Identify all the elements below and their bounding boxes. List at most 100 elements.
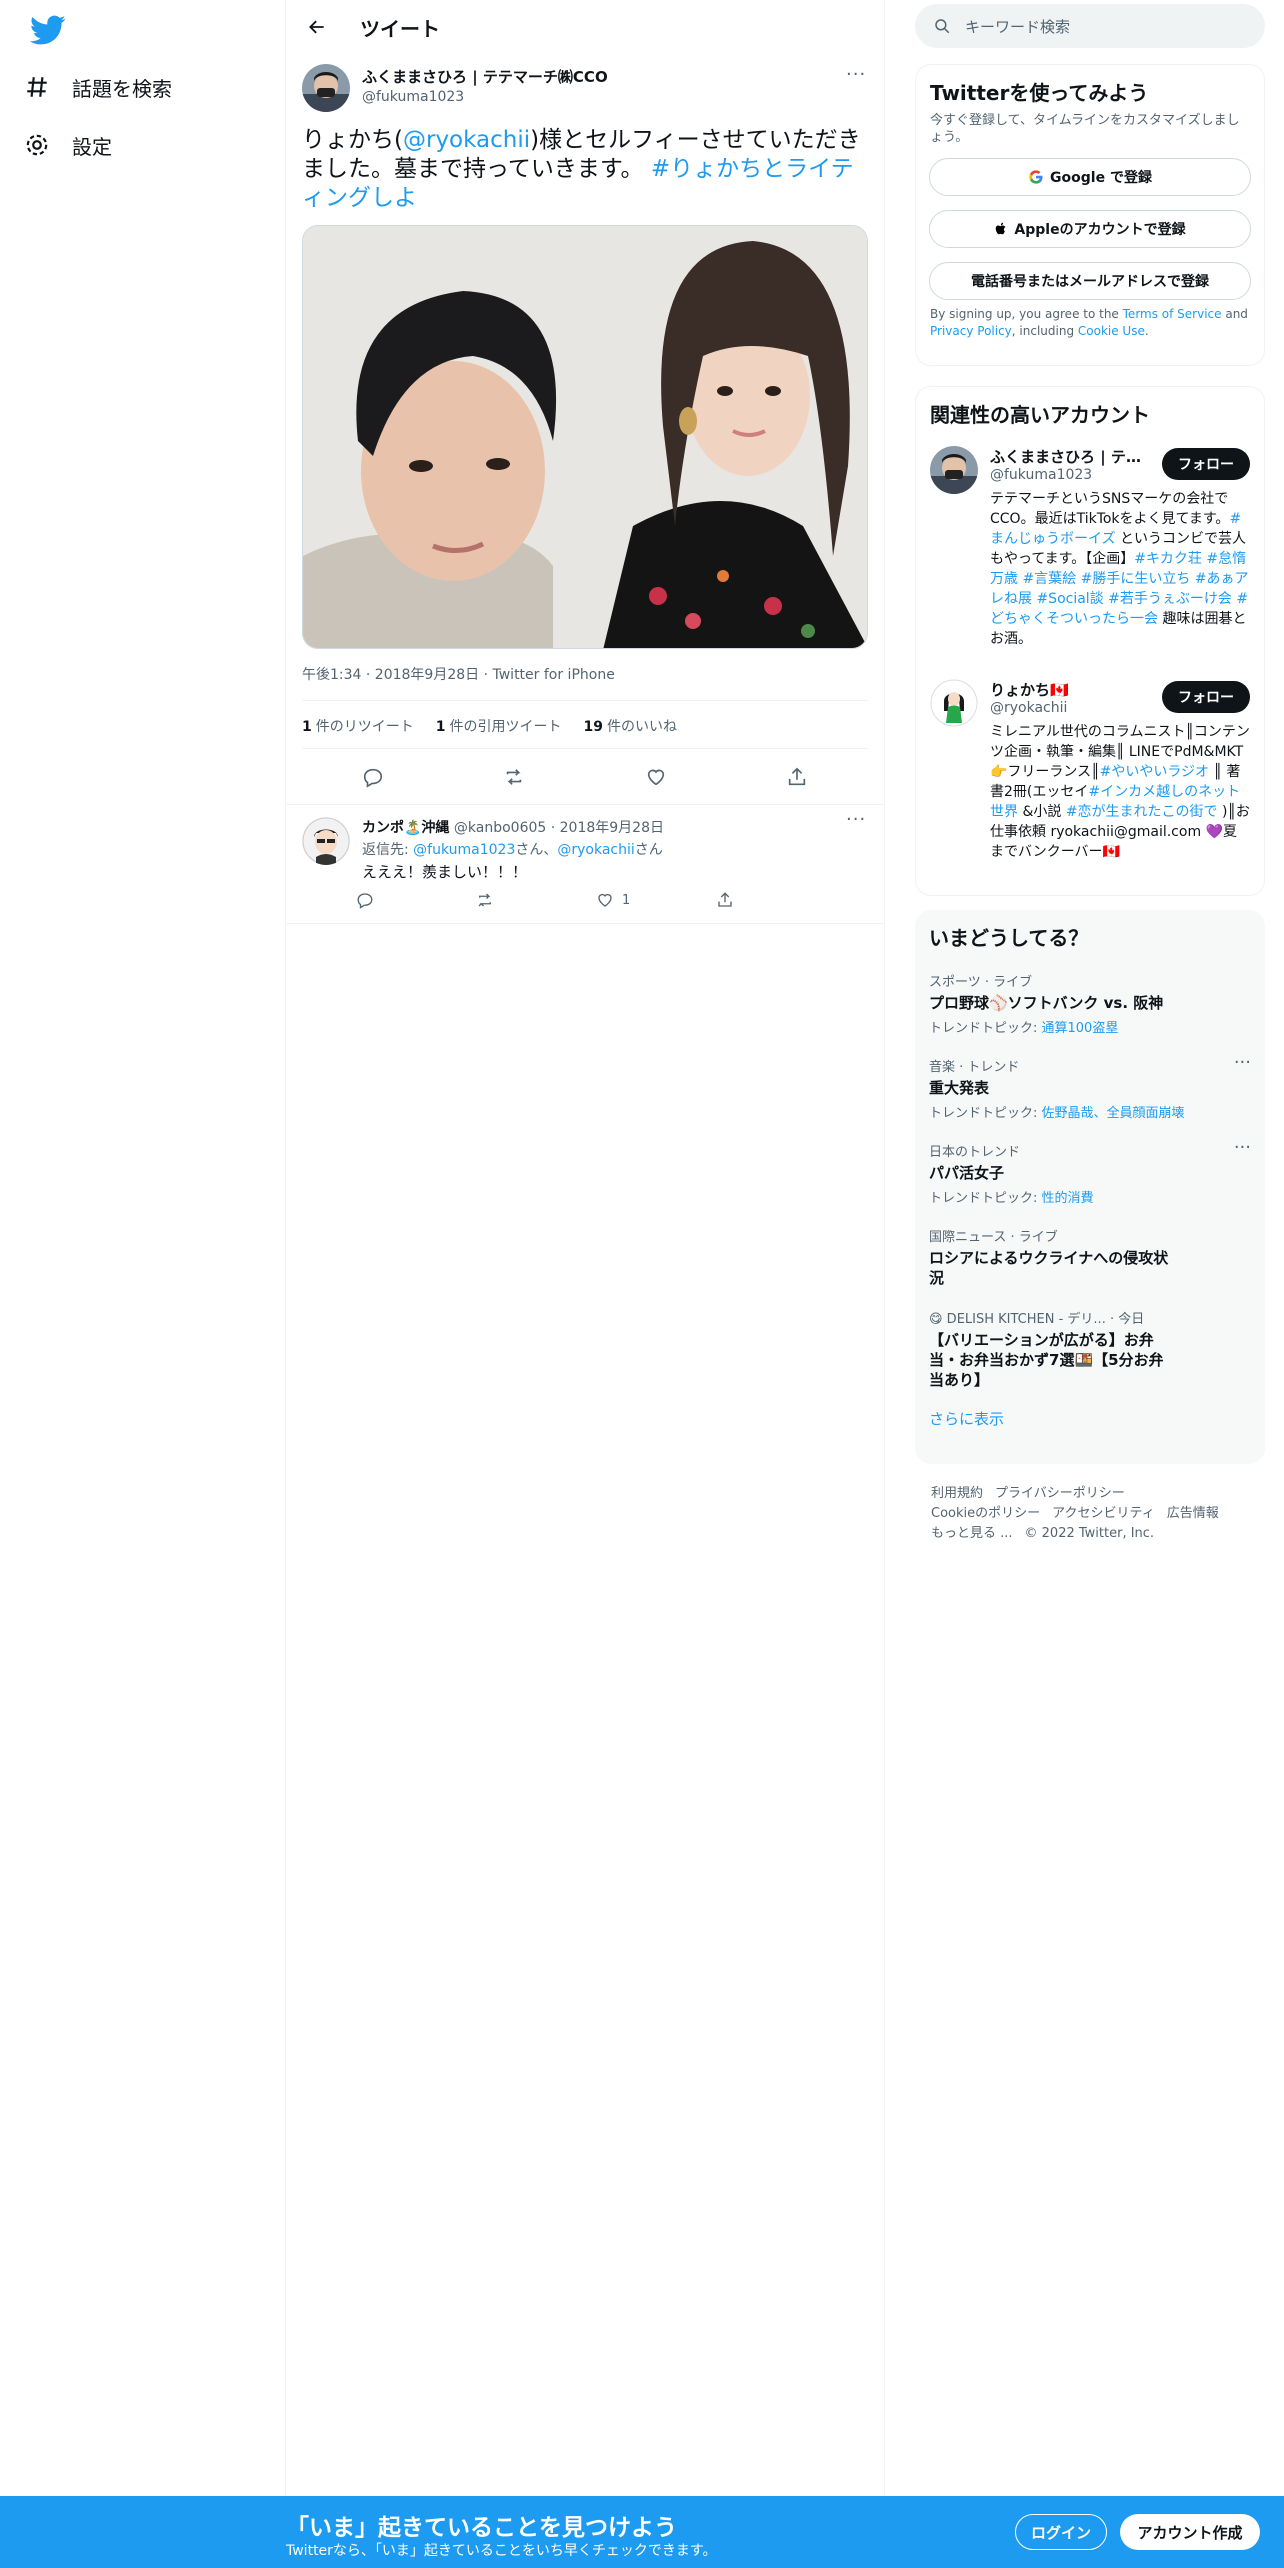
reply-to-label: 返信先: <box>362 842 414 858</box>
trend-topic-link[interactable]: 佐野晶哉、全員顔面崩壊 <box>1042 1106 1185 1121</box>
trend-topic-link[interactable]: 通算100盗塁 <box>1042 1021 1119 1036</box>
nav-settings[interactable]: 設定 <box>24 120 112 170</box>
phone-signup-button[interactable]: 電話番号またはメールアドレスで登録 <box>929 262 1251 300</box>
follow-button[interactable]: フォロー <box>1162 681 1250 713</box>
apple-icon <box>996 222 1006 235</box>
footer-link[interactable]: もっと見る ... <box>931 1526 1013 1541</box>
divider <box>302 748 868 749</box>
account-name[interactable]: ふくままさひろ | テテマーチ㈱CCO <box>990 446 1150 467</box>
trend-title: 重大発表 <box>929 1079 990 1097</box>
author-name[interactable]: ふくままさひろ | テテマーチ㈱CCO <box>362 66 608 87</box>
account-bio: テテマーチというSNSマーケの会社でCCO。最近はTikTokをよく見てます。#… <box>990 489 1250 649</box>
hashtag-icon <box>27 77 47 97</box>
gear-icon <box>26 134 48 156</box>
reply-to-mention-2[interactable]: @ryokachii <box>557 842 634 858</box>
search-input[interactable]: キーワード検索 <box>915 4 1265 48</box>
signup-button[interactable]: アカウント作成 <box>1120 2514 1260 2550</box>
tweet-mention-link[interactable]: @ryokachii <box>403 127 530 153</box>
page-header: ツイート <box>286 0 884 54</box>
trend-context: 😋 DELISH KITCHEN - デリ... · 今日 <box>929 1312 1145 1327</box>
reply-tweet[interactable]: カンポ🏝️沖縄 @kanbo0605 · 2018年9月28日 ··· 返信先:… <box>286 804 884 924</box>
reply-more-icon[interactable]: ··· <box>846 811 866 835</box>
retweets-stat[interactable]: 1 件のリツイート <box>302 716 414 736</box>
tos-link[interactable]: Terms of Service <box>1123 307 1222 321</box>
trend-title: パパ活女子 <box>929 1164 1005 1182</box>
back-button[interactable] <box>300 10 334 44</box>
tweet-author: ふくままさひろ | テテマーチ㈱CCO @fukuma1023 <box>302 64 608 112</box>
trend-more-icon[interactable]: ··· <box>1234 1137 1251 1158</box>
search-icon <box>935 19 950 34</box>
footer-link[interactable]: 利用規約 <box>931 1486 983 1501</box>
bio-hashtag[interactable]: #やいやいラジオ <box>1100 764 1209 780</box>
retweet-button[interactable] <box>497 760 531 794</box>
reply-like-button[interactable]: 1 <box>596 891 716 909</box>
account-avatar[interactable] <box>930 446 978 494</box>
account-name[interactable]: りょかち🇨🇦 <box>990 679 1150 700</box>
follow-button[interactable]: フォロー <box>1162 448 1250 480</box>
bio-hashtag[interactable]: #恋が生まれたこの街で <box>1066 804 1218 820</box>
bottombar-subtitle: Twitterなら、「いま」起きていることをいち早くチェックできます。 <box>286 2543 717 2559</box>
reply-actions: 1 <box>356 891 836 909</box>
signup-title: Twitterを使ってみよう <box>930 81 1149 105</box>
footer-link[interactable]: プライバシーポリシー <box>995 1486 1125 1501</box>
trend-item[interactable]: ··· 音楽 · トレンド 重大発表 トレンドトピック: 佐野晶哉、全員顔面崩壊 <box>915 1046 1265 1131</box>
trend-title: プロ野球⚾ソフトバンク vs. 阪神 <box>929 994 1164 1012</box>
reply-avatar[interactable] <box>302 817 350 865</box>
share-icon <box>789 767 806 786</box>
related-account[interactable]: ふくままさひろ | テテマーチ㈱CCO @fukuma1023 テテマーチという… <box>916 446 1264 649</box>
like-button[interactable] <box>639 760 673 794</box>
trend-topic-label: トレンドトピック: <box>929 1106 1042 1121</box>
quotes-stat[interactable]: 1 件の引用ツイート <box>436 716 562 736</box>
reply-date[interactable]: · 2018年9月28日 <box>551 820 664 836</box>
trend-more-icon[interactable]: ··· <box>1234 1052 1251 1073</box>
retweet-icon <box>507 769 522 785</box>
nav-settings-label: 設定 <box>72 134 112 159</box>
more-options-icon[interactable]: ··· <box>846 66 866 90</box>
apple-signup-button[interactable]: Appleのアカウントで登録 <box>929 210 1251 248</box>
trend-item[interactable]: スポーツ · ライブ プロ野球⚾ソフトバンク vs. 阪神 トレンドトピック: … <box>915 961 1265 1046</box>
google-signup-button[interactable]: Google で登録 <box>929 158 1251 196</box>
tweet-photo[interactable] <box>302 225 868 649</box>
trend-item[interactable]: ··· 日本のトレンド パパ活女子 トレンドトピック: 性的消費 <box>915 1131 1265 1216</box>
login-button[interactable]: ログイン <box>1015 2514 1107 2550</box>
reply-handle[interactable]: @kanbo0605 <box>454 820 546 836</box>
trend-title: ロシアによるウクライナへの侵攻状況 <box>929 1249 1169 1287</box>
trend-context: スポーツ · ライブ <box>929 975 1033 990</box>
account-bio: ミレニアル世代のコラムニスト║コンテンツ企画・執筆・編集║ LINEでPdM&M… <box>990 722 1250 862</box>
share-button[interactable] <box>780 760 814 794</box>
trend-context: 日本のトレンド <box>929 1145 1021 1160</box>
reply-retweet-button[interactable] <box>476 891 596 909</box>
nav-explore[interactable]: 話題を検索 <box>24 62 172 112</box>
main-column: ツイート ふくままさひろ | テテマーチ㈱CCO @fukuma1023 ···… <box>285 0 885 2568</box>
show-more-link[interactable]: さらに表示 <box>915 1400 1265 1443</box>
author-handle[interactable]: @fukuma1023 <box>362 89 608 105</box>
twitter-logo-icon[interactable] <box>29 12 66 48</box>
related-account[interactable]: りょかち🇨🇦 @ryokachii ミレニアル世代のコラムニスト║コンテンツ企画… <box>916 679 1264 862</box>
copyright: © 2022 Twitter, Inc. <box>1024 1526 1155 1541</box>
page-title: ツイート <box>360 16 440 41</box>
privacy-link[interactable]: Privacy Policy <box>930 324 1012 338</box>
reply-share-button[interactable] <box>716 891 836 909</box>
trend-topic-link[interactable]: 性的消費 <box>1042 1191 1094 1206</box>
author-avatar[interactable] <box>302 64 350 112</box>
bio-text: &小説 <box>1018 804 1066 820</box>
footer-link[interactable]: Cookieのポリシー <box>931 1506 1040 1521</box>
tweet-text-pre: りょかち( <box>302 127 403 153</box>
reply-like-count: 1 <box>622 892 631 908</box>
reply-to-end: さん <box>634 842 663 858</box>
cookie-link[interactable]: Cookie Use <box>1078 324 1145 338</box>
reply-button[interactable] <box>356 760 390 794</box>
trend-item[interactable]: 😋 DELISH KITCHEN - デリ... · 今日 【バリエーションが広… <box>915 1298 1265 1400</box>
reply-name[interactable]: カンポ🏝️沖縄 <box>362 820 449 836</box>
reply-reply-button[interactable] <box>356 891 476 909</box>
trend-item[interactable]: 国際ニュース · ライブ ロシアによるウクライナへの侵攻状況 <box>915 1216 1265 1298</box>
reply-to-mention-1[interactable]: @fukuma1023 <box>413 842 515 858</box>
tweet-meta[interactable]: 午後1:34 · 2018年9月28日 · Twitter for iPhone <box>302 664 615 684</box>
footer-link[interactable]: 広告情報 <box>1167 1506 1219 1521</box>
footer-link[interactable]: アクセシビリティ <box>1052 1506 1155 1521</box>
reply-to-sep: さん、 <box>515 842 558 858</box>
signup-card: Twitterを使ってみよう 今すぐ登録して、タイムラインをカスタマイズしましょ… <box>915 64 1265 366</box>
trend-context: 国際ニュース · ライブ <box>929 1230 1058 1245</box>
account-avatar[interactable] <box>930 679 978 727</box>
likes-stat[interactable]: 19 件のいいね <box>584 716 677 736</box>
